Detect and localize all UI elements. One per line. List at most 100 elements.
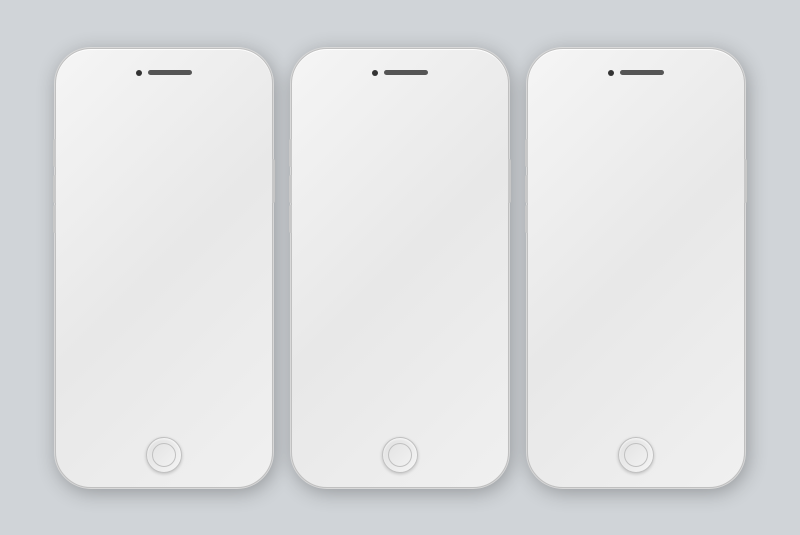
instagram-app-name: INSTAGRAM [92,299,140,308]
notif-heartwatch-app: ❤ HEARTWATCH [77,219,148,231]
battery-text-3: 100% [688,107,706,114]
notif-medium-header: M MEDIUM 3h ago [77,174,251,186]
periscope-app-name: PERISCOPE [92,333,138,342]
home-button-inner-1 [152,443,176,467]
periscope-time: 6:02 PM [225,334,251,341]
notif-instagram-app: ◎ INSTAGRAM [77,298,140,310]
battery-icon-3 [709,107,725,114]
battery-fill-1 [239,109,247,112]
bar4 [86,107,89,116]
notif-periscope[interactable]: 📡 PERISCOPE 6:02 PM @kayvon wants you to… [71,328,257,371]
phone-1: ▾ ✈ 9:41 AM 100% 🔍 Search 🎤 Missed ✕ [55,48,273,488]
no-notifications-area: No Notifications [539,150,733,406]
youtube-time: 6:39 PM [225,255,251,262]
notif-instagram[interactable]: ◎ INSTAGRAM 6:23 PM idownloadblog just p… [71,294,257,326]
bar2 [79,111,82,116]
medium-body: Slack published "The Slack Workspace Man… [77,187,251,209]
notif-youtube-app: ▶ YOUTUBE [77,253,131,265]
section-header-1: Missed ✕ [67,150,261,170]
phone-app-name: PHONE [92,378,120,387]
phone-call-icon-1: 📞 [158,409,170,420]
notif-heartwatch[interactable]: ❤ HEARTWATCH 3h ago High. Your heartrate… [71,215,257,247]
search-placeholder-1: Search [95,130,232,140]
search-bar-3[interactable]: 🔍 Search 🎤 [545,124,727,146]
wifi-icon-3: ▾ ✈ [567,107,578,115]
status-time-1: 9:41 AM [146,106,176,115]
search-bar-1[interactable]: 🔍 Search 🎤 [73,124,255,146]
youtube-app-name: YOUTUBE [92,254,131,263]
battery-icon-1 [237,107,253,114]
bar2-3 [551,111,554,116]
screen-1: ▾ ✈ 9:41 AM 100% 🔍 Search 🎤 Missed ✕ [67,102,261,424]
youtube-app-icon: ▶ [77,253,89,265]
notifications-list: M MEDIUM 3h ago Slack published "The Sla… [67,170,261,406]
wifi-icon: ▾ ✈ [95,107,106,115]
youtube-body: myjailbreakmovies just uploaded a video:… [77,266,251,288]
battery-text-1: 100% [216,107,234,114]
notif-youtube-header: ▶ YOUTUBE 6:39 PM [77,253,251,265]
notif-heartwatch-header: ❤ HEARTWATCH 3h ago [77,219,251,231]
instagram-body: idownloadblog just posted a photo. [77,311,251,322]
heartwatch-app-icon: ❤ [77,219,89,231]
notif-phone[interactable]: 📞 PHONE 5:57 PM [71,373,257,394]
notif-youtube[interactable]: ▶ YOUTUBE 6:39 PM myjailbreakmovies just… [71,249,257,292]
phone-time: 5:57 PM [225,379,251,386]
status-bar-1: ▾ ✈ 9:41 AM 100% [67,102,261,120]
speaker-bar-2 [384,70,428,75]
bar4-3 [558,107,561,116]
no-notifications-text: No Notifications [590,270,681,285]
home-button-3[interactable] [618,437,654,473]
heartwatch-body: High. Your heartrate was 113 bpm at 6:10… [77,232,251,243]
notif-periscope-header: 📡 PERISCOPE 6:02 PM [77,332,251,344]
home-button-1[interactable] [146,437,182,473]
heartwatch-app-name: HEARTWATCH [92,220,148,229]
camera-dot-3 [608,70,614,76]
phone-app-icon: 📞 [77,377,89,389]
search-placeholder-3: Search [567,130,704,140]
close-section-button[interactable]: ✕ [239,153,253,167]
section-title-missed: Missed [75,154,112,166]
notif-phone-header: 📞 PHONE 5:57 PM [77,377,251,389]
speaker-bar-1 [148,70,192,75]
battery-fill-3 [711,109,719,112]
carrier-signal-3: ▾ ✈ [547,105,578,116]
bar3 [82,109,85,116]
medium-app-name: MEDIUM [92,175,124,184]
home-button-inner-2 [388,443,412,467]
home-button-2[interactable] [382,437,418,473]
notifications-screen: ▾ ✈ 9:41 AM 100% 🔍 Search 🎤 Missed ✕ [67,102,261,424]
notif-medium[interactable]: M MEDIUM 3h ago Slack published "The Sla… [71,170,257,213]
status-right-3: 100% [688,107,725,114]
status-right-1: 100% [216,107,253,114]
instagram-app-icon: ◎ [77,298,89,310]
status-bar-3: ▾ ✈ 9:41 AM 100% [539,102,733,120]
medium-time: 3h ago [230,176,251,183]
notif-instagram-header: ◎ INSTAGRAM 6:23 PM [77,298,251,310]
instagram-time: 6:23 PM [225,300,251,307]
search-icon-3: 🔍 [553,130,563,140]
phone-top-3 [596,67,676,79]
periscope-app-icon: 📡 [77,332,89,344]
bar3-3 [554,109,557,116]
phone-2: Clear All Notifications 📞 [291,48,509,488]
signal-bars-1 [75,105,92,116]
notif-phone-app: 📞 PHONE [77,377,120,389]
status-time-3: 9:41 AM [618,106,648,115]
heartwatch-time: 3h ago [230,221,251,228]
signal-bars-3 [547,105,564,116]
phone-top-1 [124,67,204,79]
search-icon-1: 🔍 [81,130,91,140]
phone-3: ▾ ✈ 9:41 AM 100% 🔍 Search 🎤 No Notificat… [527,48,745,488]
periscope-body: @kayvon wants you to watch José Andrés's… [77,345,251,367]
bar1 [75,113,78,116]
clear-all-label: Clear All Notifications [348,176,452,188]
camera-dot-2 [372,70,378,76]
mic-icon-3: 🎤 [708,129,719,140]
notif-periscope-app: 📡 PERISCOPE [77,332,138,344]
bar1-3 [547,113,550,116]
bar5 [89,105,92,116]
notif-medium-app: M MEDIUM [77,174,124,186]
bar5-3 [561,105,564,116]
context-menu[interactable]: Clear All Notifications [332,162,468,200]
screen-3: ▾ ✈ 9:41 AM 100% 🔍 Search 🎤 No Notificat… [539,102,733,424]
